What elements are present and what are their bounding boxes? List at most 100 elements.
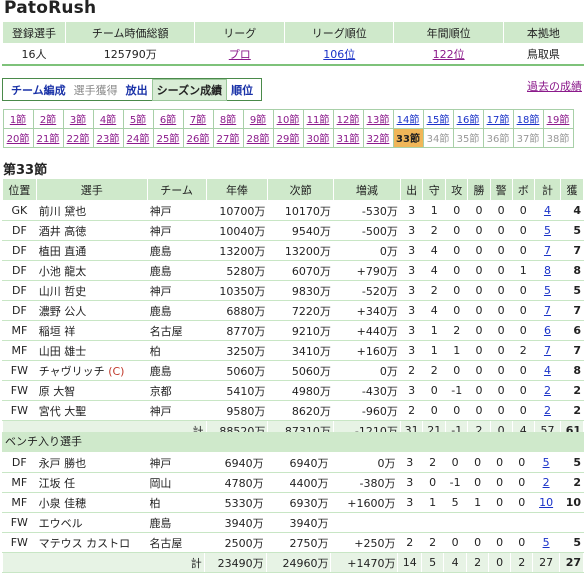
round-link[interactable]: 15節 (422, 108, 454, 129)
round-link[interactable]: 10節 (272, 108, 304, 129)
salary-cell: 10350万 (205, 280, 269, 301)
stat-cell: 0 (466, 452, 490, 473)
stat-cell: 4 (422, 300, 447, 321)
round-link[interactable]: 29節 (272, 127, 304, 148)
column-header: 選手 (35, 178, 148, 201)
salary-change-cell: +790万 (332, 260, 401, 281)
round-link[interactable]: 20節 (2, 127, 34, 148)
total-points-link[interactable]: 2 (544, 404, 551, 417)
round-link[interactable]: 6節 (152, 108, 184, 129)
round-link[interactable]: 32節 (362, 127, 394, 148)
round-selector: 1節 2節 3節 4節 5節 6節 7節 8節 9節 10節 11節 12節 13節 14節 15節 16節 1… (2, 108, 574, 148)
round-link[interactable]: 18節 (512, 108, 544, 129)
total-points-link[interactable]: 2 (544, 384, 551, 397)
stat-cell: 0 (467, 360, 491, 381)
summary-link[interactable]: 106位 (323, 48, 355, 61)
acquired-points-cell: 7 (560, 240, 584, 261)
total-stat: 0 (488, 552, 512, 573)
position-cell: GK (2, 200, 37, 221)
round-link[interactable]: 8節 (212, 108, 244, 129)
round-link[interactable]: 7節 (182, 108, 214, 129)
round-link[interactable]: 2節 (32, 108, 64, 129)
round-link[interactable]: 19節 (542, 108, 574, 129)
round-link[interactable]: 24節 (122, 127, 154, 148)
summary-link[interactable]: プロ (229, 48, 251, 61)
tab-acquire: 選手獲得 (73, 83, 118, 97)
summary-value: 16人 (1, 43, 67, 66)
total-row: 計 23490万 24960万 +1470万 14 5 4 2 0 2 27 27 (2, 552, 585, 573)
position-cell: FW (2, 512, 37, 533)
tab-standings[interactable]: 順位 (227, 80, 257, 100)
round-link[interactable]: 23節 (92, 127, 124, 148)
summary-text: 鳥取県 (526, 48, 560, 61)
round-link[interactable]: 11節 (302, 108, 334, 129)
player-name: チャヴリッチ (38, 364, 105, 378)
stat-cell: 0 (467, 320, 491, 341)
round-link[interactable]: 9節 (242, 108, 274, 129)
stat-cell: 0 (443, 452, 468, 473)
round-link[interactable]: 22節 (62, 127, 94, 148)
stat-cell: 0 (511, 280, 535, 301)
next-salary-cell: 2750万 (265, 532, 332, 553)
total-points-link[interactable]: 8 (544, 264, 551, 277)
total-stat: 2 (510, 552, 534, 573)
round-link[interactable]: 1節 (2, 108, 34, 129)
round-link[interactable]: 26節 (182, 127, 214, 148)
team-name: PatoRush (4, 0, 97, 18)
total-points-link[interactable]: 5 (543, 536, 550, 549)
tab-season-results[interactable]: シーズン成績 (151, 78, 228, 101)
total-points-link[interactable]: 4 (544, 364, 551, 377)
round-link[interactable]: 25節 (152, 127, 184, 148)
round-link[interactable]: 5節 (122, 108, 154, 129)
summary-link[interactable]: 122位 (433, 48, 465, 61)
position-cell: FW (2, 400, 37, 421)
position-cell: DF (2, 300, 37, 321)
stat-cell: 0 (511, 360, 535, 381)
round-link[interactable]: 17節 (482, 108, 514, 129)
round-link[interactable]: 4節 (92, 108, 124, 129)
team-cell: 柏 (146, 340, 207, 361)
total-points-link[interactable]: 5 (544, 284, 551, 297)
salary-change-cell: +160万 (332, 340, 401, 361)
total-points-link[interactable]: 5 (544, 224, 551, 237)
column-header: 勝 (467, 178, 491, 201)
total-points-link[interactable]: 7 (544, 244, 551, 257)
total-points-link[interactable]: 5 (543, 456, 550, 469)
round-link[interactable]: 27節 (212, 127, 244, 148)
round-link[interactable]: 14節 (392, 108, 424, 129)
stat-cell: 3 (399, 340, 424, 361)
team-cell: 鹿島 (146, 260, 207, 281)
stat-cell: 0 (422, 400, 447, 421)
next-salary-cell: 5060万 (267, 360, 334, 381)
total-points-link[interactable]: 10 (539, 496, 553, 509)
round-link[interactable]: 16節 (452, 108, 484, 129)
stat-cell: 0 (445, 360, 469, 381)
stat-cell: 3 (399, 200, 424, 221)
salary-change-cell (330, 512, 399, 533)
salary-change-cell: +440万 (332, 320, 401, 341)
tab-release[interactable]: 放出 (122, 80, 152, 100)
past-results-link[interactable]: 過去の成績 (527, 78, 582, 94)
total-points-link[interactable]: 4 (544, 204, 551, 217)
tab-team-edit[interactable]: チーム編成 (7, 80, 70, 100)
round-link[interactable]: 28節 (242, 127, 274, 148)
player-name: 永戸 勝也 (38, 456, 87, 470)
total-points-link[interactable]: 2 (543, 476, 550, 489)
team-cell: 京都 (146, 380, 207, 401)
stat-cell: 0 (421, 472, 445, 493)
round-link[interactable]: 33節 (392, 127, 424, 148)
stat-cell (466, 512, 490, 533)
round-link[interactable]: 3節 (62, 108, 94, 129)
total-stat: 5 (421, 552, 445, 573)
salary-change-cell: -520万 (332, 280, 401, 301)
round-link[interactable]: 12節 (332, 108, 364, 129)
total-points-link[interactable]: 6 (544, 324, 551, 337)
round-link[interactable]: 13節 (362, 108, 394, 129)
salary-change-cell: +1600万 (330, 492, 399, 513)
total-points-link[interactable]: 7 (544, 304, 551, 317)
round-link[interactable]: 31節 (332, 127, 364, 148)
round-link[interactable]: 30節 (302, 127, 334, 148)
table-row: DF 植田 直通 鹿島 13200万 13200万 0万 3 4 0 0 0 0 7 7 (2, 240, 584, 261)
round-link[interactable]: 21節 (32, 127, 64, 148)
total-points-link[interactable]: 7 (544, 344, 551, 357)
